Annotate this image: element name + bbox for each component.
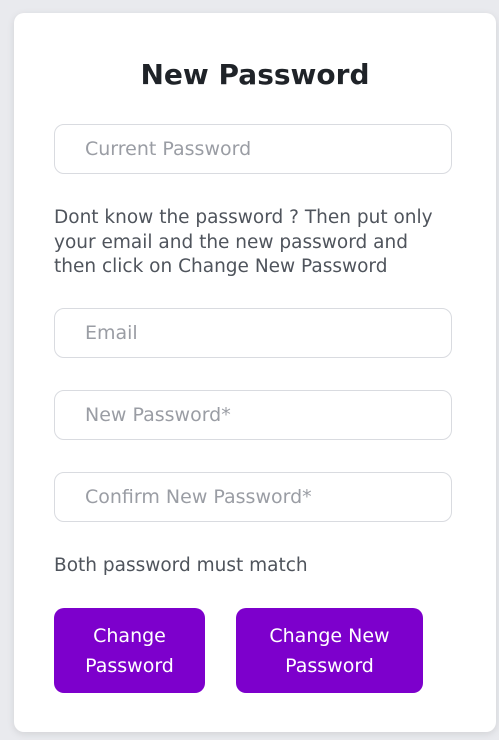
new-password-input[interactable]: [55, 391, 451, 439]
page-title: New Password: [140, 58, 370, 91]
new-password-field[interactable]: [54, 390, 452, 440]
help-text: Dont know the password ? Then put only y…: [54, 207, 433, 277]
confirm-password-field[interactable]: [54, 472, 452, 522]
change-password-button[interactable]: Change Password: [54, 608, 205, 693]
new-password-card: New Password Dont know the password ? Th…: [14, 13, 496, 732]
confirm-password-input[interactable]: [55, 473, 451, 521]
email-field[interactable]: [54, 308, 452, 358]
email-input[interactable]: [55, 309, 451, 357]
current-password-field[interactable]: [54, 124, 452, 174]
change-new-password-button[interactable]: Change New Password: [236, 608, 423, 693]
current-password-input[interactable]: [55, 125, 451, 173]
password-match-hint: Both password must match: [54, 555, 308, 576]
